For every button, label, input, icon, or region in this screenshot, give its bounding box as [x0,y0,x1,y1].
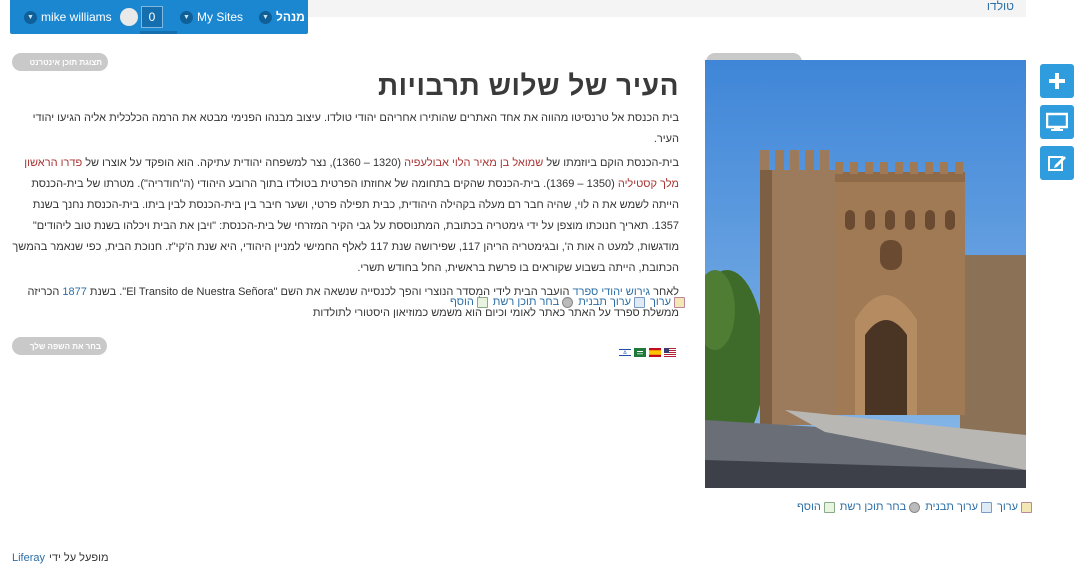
add-icon [1049,73,1065,89]
sa-flag-icon[interactable] [634,348,646,357]
top-bar [308,0,1026,17]
admin-label: מנהל [276,10,305,24]
admin-menu[interactable]: ▼ מנהל [259,0,305,34]
my-sites-label: My Sites [197,10,244,24]
notifications[interactable]: 0 [141,0,163,34]
edit-label: ערוך [649,296,671,308]
text: בית-הכנסת הוקם ביוזמתו של [543,157,679,169]
my-sites-menu[interactable]: ▼ My Sites [180,0,243,34]
select-content-label: בחר תוכן רשת [839,501,907,513]
toggle-icon[interactable] [119,8,138,26]
edit-icon [1048,156,1066,171]
article-title: העיר של שלוש תרבויות [377,70,679,101]
preview-button[interactable] [1040,105,1074,139]
edit-template-label: ערוך תבנית [578,296,631,308]
portlet-title-label: בחר את השפה שלך [29,341,101,351]
user-name: mike williams [41,10,112,24]
add-label: הוסף [797,501,821,513]
article-link[interactable]: 1877 [62,286,86,298]
portlet-title-article[interactable]: תצוגת תוכן אינטרנט [12,53,108,71]
edit-template-link[interactable]: ערוך תבנית [925,501,992,513]
edit-icon [673,296,685,308]
text: (1350 – 1369). בית-הכנסת שהקים בתחומה של… [12,178,679,274]
add-link[interactable]: הוסף [450,296,488,308]
edit-template-label: ערוך תבנית [925,501,978,513]
gear-icon [909,501,921,513]
powered-by-label: מופעל על ידי [49,552,109,564]
add-icon [823,501,835,513]
image-actions: ערוך ערוך תבנית בחר תוכן רשת הוסף [797,501,1032,513]
edit-label: ערוך [996,501,1018,513]
us-flag-icon[interactable] [664,348,676,357]
admin-dock: ▼ mike williams 0 ▼ My Sites ▼ מנהל [10,0,308,34]
edit-link[interactable]: ערוך [997,501,1032,513]
template-icon [633,296,645,308]
chevron-down-icon: ▼ [259,10,272,24]
add-label: הוסף [450,296,474,308]
add-link[interactable]: הוסף [797,501,835,513]
liferay-link[interactable]: Liferay [12,552,45,564]
edit-controls-button[interactable] [1040,146,1074,180]
footer: מופעל על ידי Liferay [12,552,109,564]
language-flags [619,348,676,357]
select-content-link[interactable]: בחר תוכן רשת [492,296,574,308]
article-paragraph: בית הכנסת אל טרנסיטו מהווה את אחד האתרים… [32,112,679,145]
article-paragraph: בית-הכנסת הוקם ביוזמתו של שמואל בן מאיר … [12,153,679,279]
select-content-label: בחר תוכן רשת [492,296,560,308]
preview-icon [1046,112,1068,131]
breadcrumb[interactable]: טולדו [987,0,1014,13]
notifications-indicator [140,31,177,34]
es-flag-icon[interactable] [649,348,661,357]
template-icon [980,501,992,513]
gear-icon [562,296,574,308]
portlet-title-label: תצוגת תוכן אינטרנט [29,57,102,67]
notification-count: 0 [141,6,163,28]
article-link[interactable]: שמואל בן מאיר הלוי אבולעפיה [404,157,543,169]
add-icon [476,296,488,308]
article-content: העיר של שלוש תרבויות בית הכנסת אל טרנסיט… [12,70,679,324]
il-flag-icon[interactable] [619,348,631,357]
edit-link[interactable]: ערוך [650,296,685,308]
add-button[interactable] [1040,64,1074,98]
edit-icon [1020,501,1032,513]
synagogue-photo [705,60,1026,488]
user-menu[interactable]: ▼ mike williams [24,0,138,34]
article-actions: ערוך ערוך תבנית בחר תוכן רשת הוסף [450,296,685,308]
chevron-down-icon: ▼ [24,10,37,24]
text: (1320 – 1360), נצר למשפחה יהודית עתיקה. … [82,157,405,169]
select-content-link[interactable]: בחר תוכן רשת [839,501,921,513]
edit-template-link[interactable]: ערוך תבנית [578,296,645,308]
chevron-down-icon: ▼ [180,10,193,24]
portlet-title-language[interactable]: בחר את השפה שלך [12,337,107,355]
